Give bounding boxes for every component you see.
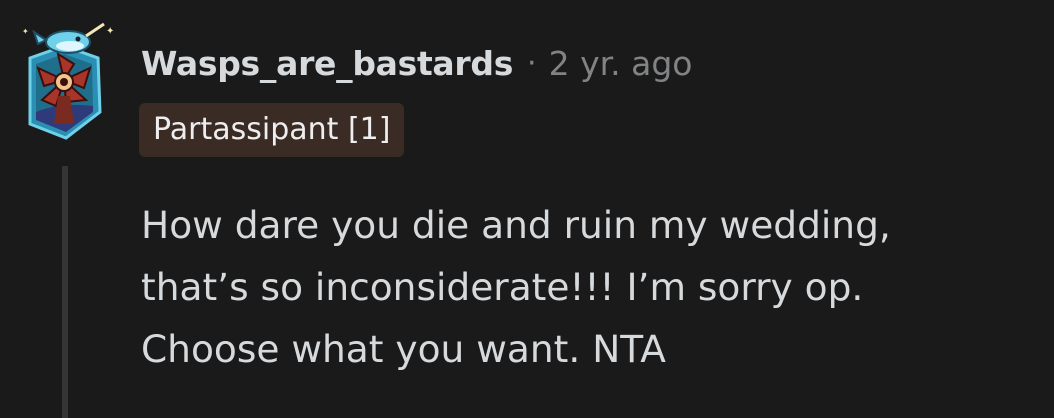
- svg-text:✦: ✦: [106, 26, 114, 37]
- user-flair: Partassipant [1]: [139, 103, 405, 157]
- avatar[interactable]: ✦ ✦: [20, 20, 120, 142]
- comment: ✦ ✦ Wasps_are_bastards · 2 yr. ago Parta…: [0, 0, 1054, 418]
- thread-line[interactable]: [62, 166, 68, 418]
- timestamp[interactable]: 2 yr. ago: [549, 44, 693, 83]
- narwhal-demogorgon-avatar-icon: ✦ ✦: [22, 22, 114, 140]
- comment-body-line: Choose what you want. NTA: [141, 327, 666, 371]
- svg-text:✦: ✦: [22, 27, 29, 36]
- comment-body-line: How dare you die and ruin my wedding,: [141, 203, 891, 247]
- comment-body: How dare you die and ruin my wedding, th…: [141, 194, 1046, 380]
- comment-meta: Wasps_are_bastards · 2 yr. ago: [141, 40, 693, 86]
- comment-body-line: that’s so inconsiderate!!! I’m sorry op.: [141, 265, 864, 309]
- username-link[interactable]: Wasps_are_bastards: [141, 44, 513, 83]
- meta-separator: ·: [527, 45, 537, 81]
